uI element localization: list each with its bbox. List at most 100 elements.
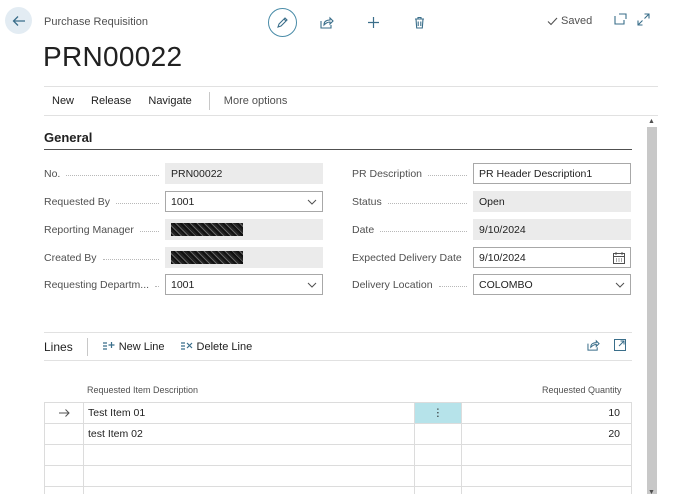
scroll-down-icon[interactable]: ▼: [648, 489, 655, 494]
table-row[interactable]: Test Item 01 ⋮ 10: [44, 403, 632, 424]
chevron-down-icon[interactable]: [615, 282, 625, 288]
field-requesting-department: Requesting Departm... 1001: [44, 274, 323, 295]
delivery-location-select[interactable]: COLOMBO: [473, 274, 631, 295]
calendar-icon[interactable]: [613, 251, 625, 264]
row-menu-button[interactable]: [414, 445, 461, 465]
row-quantity[interactable]: 10: [461, 403, 632, 423]
requesting-department-select[interactable]: 1001: [165, 274, 323, 295]
vertical-ellipsis-icon: ⋮: [432, 407, 444, 419]
delete-line-icon: [180, 342, 192, 350]
arrow-left-icon: [12, 15, 25, 26]
chevron-down-icon[interactable]: [307, 199, 317, 205]
table-row[interactable]: test Item 02 20: [44, 424, 632, 445]
field-reporting-manager-label: Reporting Manager: [44, 223, 134, 236]
field-date-label: Date: [352, 223, 375, 236]
delete-line-label: Delete Line: [196, 340, 253, 353]
row-quantity[interactable]: [461, 466, 632, 486]
field-requested-by: Requested By 1001: [44, 191, 323, 212]
plus-icon: [367, 17, 379, 28]
trash-icon: [414, 16, 424, 29]
window-controls: [614, 13, 650, 26]
section-divider: [44, 149, 632, 150]
field-no-label: No.: [44, 167, 61, 180]
field-pr-description-label: PR Description: [352, 167, 423, 180]
field-pr-description: PR Description PR Header Description1: [352, 163, 631, 184]
row-menu-button[interactable]: [414, 466, 461, 486]
action-navigate[interactable]: Navigate: [148, 95, 191, 107]
add-button[interactable]: [363, 13, 383, 33]
status-input[interactable]: Open: [473, 191, 631, 212]
field-status-label: Status: [352, 195, 382, 208]
chevron-down-icon[interactable]: [307, 282, 317, 288]
expand-icon[interactable]: [637, 13, 650, 26]
reporting-manager-input[interactable]: [165, 219, 323, 240]
share-icon: [320, 16, 334, 29]
saved-indicator: Saved: [547, 15, 592, 27]
field-delivery-location-label: Delivery Location: [352, 278, 433, 291]
date-input[interactable]: 9/10/2024: [473, 219, 631, 240]
action-release[interactable]: Release: [91, 95, 131, 107]
row-menu-button[interactable]: [414, 487, 461, 494]
pencil-icon: [277, 17, 288, 28]
action-bar: New Release Navigate More options: [44, 86, 658, 116]
page-scrollbar[interactable]: ▲ ▼: [646, 117, 658, 494]
expected-delivery-date-input[interactable]: 9/10/2024: [473, 247, 631, 268]
column-header-quantity[interactable]: Requested Quantity: [542, 385, 622, 395]
field-delivery-location: Delivery Location COLOMBO: [352, 274, 631, 295]
row-menu-button[interactable]: [414, 424, 461, 444]
share-icon[interactable]: [587, 339, 600, 351]
open-in-new-window-icon[interactable]: [614, 13, 627, 25]
redacted-value: [171, 251, 243, 264]
no-input[interactable]: PRN00022: [165, 163, 323, 184]
row-description[interactable]: [83, 466, 414, 486]
lines-separator: [86, 337, 88, 356]
scrollbar-thumb[interactable]: [647, 127, 657, 494]
table-row[interactable]: [44, 445, 632, 466]
redacted-value: [171, 223, 243, 236]
row-description[interactable]: test Item 02: [83, 424, 414, 444]
arrow-right-icon: [58, 409, 70, 417]
action-separator: [208, 92, 210, 110]
action-more-options[interactable]: More options: [224, 95, 288, 107]
lines-title[interactable]: Lines: [44, 340, 73, 354]
column-header-description[interactable]: Requested Item Description: [87, 385, 198, 395]
new-line-button[interactable]: New Line: [102, 341, 165, 353]
action-new[interactable]: New: [52, 95, 74, 107]
open-in-new-window-icon[interactable]: [614, 339, 626, 351]
field-expected-delivery-date: Expected Delivery Date 9/10/2024: [352, 247, 631, 268]
row-menu-button[interactable]: ⋮: [414, 403, 461, 423]
page-caption: Purchase Requisition: [44, 16, 148, 28]
row-quantity[interactable]: 20: [461, 424, 632, 444]
row-quantity[interactable]: [461, 445, 632, 465]
record-title: PRN00022: [43, 41, 183, 72]
pr-description-input[interactable]: PR Header Description1: [473, 163, 631, 184]
row-quantity[interactable]: [461, 487, 632, 494]
row-description[interactable]: Test Item 01: [83, 403, 414, 423]
field-date: Date 9/10/2024: [352, 219, 631, 240]
lines-grid: Test Item 01 ⋮ 10 test Item 02 20: [44, 402, 632, 494]
page-content: General No. PRN00022 Requested By 1001 R…: [44, 117, 644, 494]
edit-button[interactable]: [268, 8, 297, 37]
field-requesting-department-label: Requesting Departm...: [44, 278, 150, 291]
delete-button[interactable]: [409, 13, 429, 33]
field-status: Status Open: [352, 191, 631, 212]
new-line-icon: [102, 342, 115, 350]
requested-by-select[interactable]: 1001: [165, 191, 323, 212]
table-row[interactable]: [44, 466, 632, 487]
lines-toolbar-right: [587, 339, 626, 351]
general-section-title[interactable]: General: [44, 130, 92, 145]
share-button[interactable]: [317, 13, 337, 33]
row-description[interactable]: [83, 445, 414, 465]
field-created-by: Created By: [44, 247, 323, 268]
field-created-by-label: Created By: [44, 251, 97, 264]
field-reporting-manager: Reporting Manager: [44, 219, 323, 240]
created-by-input[interactable]: [165, 247, 323, 268]
new-line-label: New Line: [118, 340, 165, 353]
header-actions: [268, 8, 429, 37]
back-button[interactable]: [5, 7, 32, 34]
table-row[interactable]: [44, 487, 632, 494]
row-description[interactable]: [83, 487, 414, 494]
scroll-up-icon[interactable]: ▲: [648, 118, 655, 125]
field-no: No. PRN00022: [44, 163, 323, 184]
delete-line-button[interactable]: Delete Line: [180, 340, 253, 353]
